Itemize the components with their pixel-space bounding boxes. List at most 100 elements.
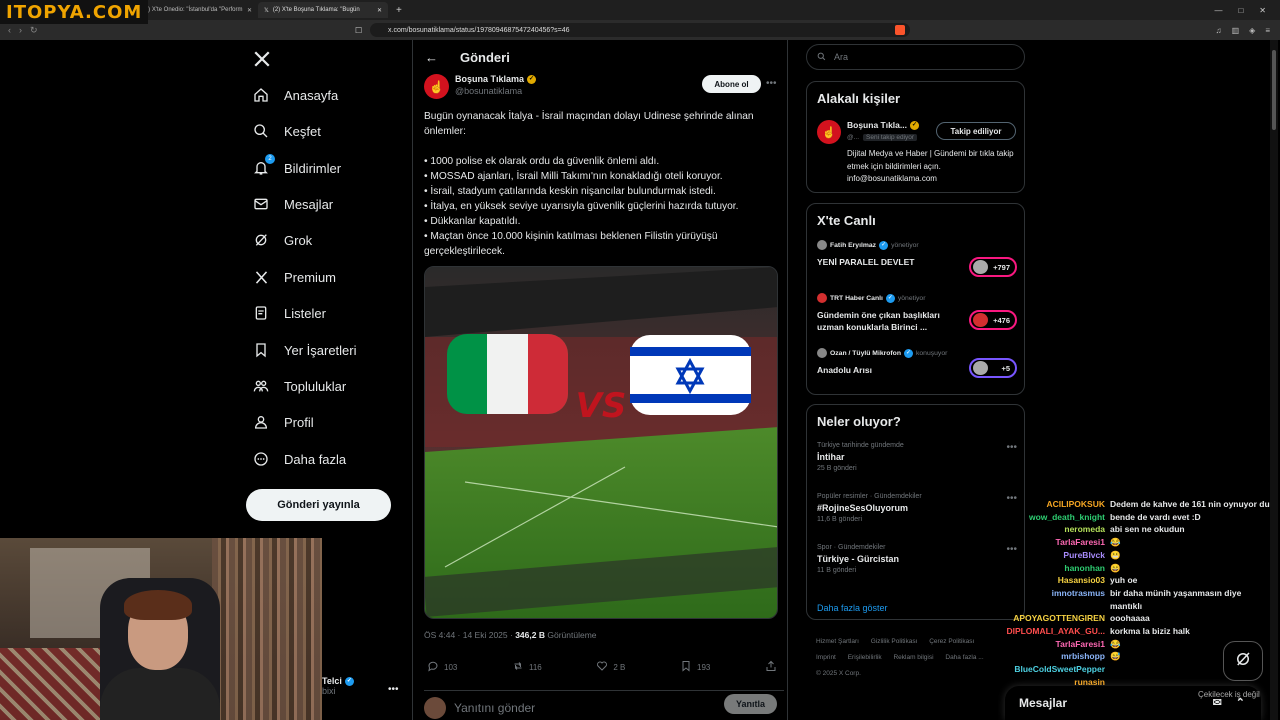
chat-message-text: abi sen ne okudun	[1110, 524, 1185, 535]
nav-item-home[interactable]: Anasayfa	[252, 83, 338, 107]
author-avatar[interactable]: ☝	[424, 74, 449, 99]
author-handle: @bosunatiklama	[455, 86, 523, 96]
account-name: Telci ✓	[322, 676, 354, 686]
reply-button[interactable]: Yanıtla	[724, 694, 777, 714]
communities-icon	[252, 377, 270, 395]
webcam-person-body	[100, 668, 220, 720]
live-item[interactable]: Fatih Eryılmaz ✓ yönetiyor YENİ PARALEL DE…	[817, 240, 1017, 277]
nav-item-lists[interactable]: Listeler	[252, 301, 326, 325]
show-more-link[interactable]: Daha fazla göster	[817, 603, 888, 613]
wallet-icon[interactable]: ◈	[1249, 26, 1255, 35]
live-item[interactable]: Ozan / Tüylü Mikrofon ✓ konuşuyor Anadolu …	[817, 348, 1017, 378]
x-logo-icon[interactable]	[253, 50, 271, 73]
close-window-icon[interactable]: ✕	[1259, 6, 1266, 15]
trend-item[interactable]: Popüler resimler · Gündemdekiler #Rojine…	[817, 493, 1017, 523]
chat-message: neromeda abi sen ne okudun	[990, 523, 1280, 536]
reload-icon[interactable]: ↻	[30, 25, 38, 36]
author-avatar[interactable]: ☝	[817, 120, 841, 144]
forward-icon[interactable]: ›	[19, 25, 22, 36]
more-horizontal-icon[interactable]: •••	[766, 78, 777, 89]
url-input[interactable]: x.com/bosunatiklama/status/1978094687547…	[370, 23, 910, 37]
reply-action[interactable]: 103	[427, 660, 457, 674]
minimize-icon[interactable]: —	[1214, 6, 1222, 15]
repost-action[interactable]: 116	[512, 660, 542, 674]
close-icon[interactable]: ✕	[247, 7, 252, 14]
live-title: Anadolu Arısı	[817, 365, 872, 375]
grok-icon	[1234, 650, 1252, 673]
bookmark-action[interactable]: 193	[680, 660, 710, 674]
nav-item-notifications[interactable]: 2 Bildirimler	[252, 154, 341, 180]
live-host: Ozan / Tüylü Mikrofon	[830, 349, 901, 357]
related-name-text: Boşuna Tıkla...	[847, 120, 907, 130]
browser-tabbar: 𝕏 (2) X'te Onedio: "İstanbul'da "Perform…	[0, 0, 1280, 20]
menu-icon[interactable]: ≡	[1265, 26, 1270, 35]
nav-item-bookmarks[interactable]: Yer İşaretleri	[252, 338, 357, 362]
x-favicon-icon: 𝕏	[264, 7, 269, 14]
maximize-icon[interactable]: □	[1238, 6, 1243, 15]
browser-tab-active[interactable]: 𝕏 (2) X'te Boşuna Tıklama: "Bugün ✕	[258, 2, 388, 18]
post-actions: 103 116 2 B 193	[427, 660, 777, 674]
page-title: Gönderi	[460, 49, 510, 65]
follows-you-badge: Seni takip ediyor	[863, 134, 918, 141]
like-action[interactable]: 2 B	[596, 660, 625, 674]
live-title: YENİ PARALEL DEVLET	[817, 257, 915, 267]
related-name[interactable]: Boşuna Tıkla... ✓	[847, 120, 919, 130]
grok-floating-button[interactable]	[1223, 641, 1263, 681]
back-icon[interactable]: ‹	[8, 25, 11, 36]
share-action[interactable]	[765, 660, 777, 674]
chat-message: ACILIPOKSUK Dedem de kahve de 161 nin oyn…	[990, 498, 1280, 511]
chat-message-text: yuh oe	[1110, 575, 1138, 586]
post-button[interactable]: Gönderi yayınla	[246, 489, 391, 521]
chat-message: PureBlvck 😬	[990, 549, 1280, 562]
nav-item-messages[interactable]: Mesajlar	[252, 192, 333, 216]
footer-link[interactable]: Reklam bilgisi	[893, 654, 933, 661]
nav-item-communities[interactable]: Topluluklar	[252, 374, 346, 398]
footer-link[interactable]: Gizlilik Politikası	[871, 638, 918, 645]
related-bio: Dijital Medya ve Haber | Gündemi bir tık…	[847, 149, 1014, 183]
post-header: ← Gönderi	[413, 40, 789, 74]
live-item[interactable]: TRT Haber Canlı ✓ yönetiyor Gündemin öne ç…	[817, 293, 1017, 333]
mail-icon	[252, 195, 270, 213]
new-tab-icon[interactable]: +	[388, 5, 410, 16]
account-switcher[interactable]: Telci ✓ bixi	[322, 676, 354, 696]
nav-item-grok[interactable]: Grok	[252, 228, 312, 252]
chat-username: DIPLOMALI_AYAK_GU...	[1006, 626, 1105, 637]
back-arrow-icon[interactable]: ←	[425, 50, 438, 65]
post-media-image[interactable]: VS	[424, 266, 778, 619]
notification-badge: 2	[265, 154, 275, 164]
search-input[interactable]: Ara	[806, 44, 1025, 70]
home-icon	[252, 86, 270, 104]
nav-item-premium[interactable]: Premium	[252, 265, 336, 289]
bookmark-page-icon[interactable]: ☐	[355, 26, 362, 35]
chat-message: hanonhan 😄	[990, 562, 1280, 575]
trend-item[interactable]: Türkiye tarihinde gündemde İntihar 25 B …	[817, 442, 1017, 472]
trend-item[interactable]: Spor · Gündemdekiler Türkiye - Gürcistan…	[817, 544, 1017, 574]
scrollbar-thumb[interactable]	[1272, 50, 1276, 130]
footer-links: Hizmet Şartları Gizlilik Politikası Çere…	[816, 634, 1016, 682]
footer-link[interactable]: Erişilebilirlik	[848, 654, 882, 661]
nav-item-explore[interactable]: Keşfet	[252, 119, 321, 143]
subscribe-button[interactable]: Abone ol	[702, 75, 761, 93]
footer-link[interactable]: Daha fazla ...	[945, 654, 983, 661]
more-horizontal-icon[interactable]: •••	[1006, 442, 1017, 453]
footer-link[interactable]: Hizmet Şartları	[816, 638, 859, 645]
post-author[interactable]: ☝ Boşuna Tıklama ✓ @bosunatiklama	[424, 74, 537, 99]
music-icon[interactable]: ♫	[1216, 26, 1222, 35]
footer-link[interactable]: Imprint	[816, 654, 836, 661]
nav-label: Premium	[284, 269, 337, 285]
footer-link[interactable]: Çerez Politikası	[929, 638, 974, 645]
related-people-card: Alakalı kişiler ☝ Boşuna Tıkla... ✓ @... S…	[806, 81, 1025, 193]
bookmark-icon	[680, 660, 692, 674]
reply-input[interactable]: Yanıtını gönder	[454, 701, 535, 715]
following-button[interactable]: Takip ediliyor	[936, 122, 1016, 140]
repost-icon	[512, 660, 524, 674]
close-icon[interactable]: ✕	[377, 7, 382, 14]
avatar	[973, 260, 988, 274]
chat-message: DIPLOMALI_AYAK_GU... korkma la biziz halk	[990, 625, 1280, 638]
nav-item-more[interactable]: Daha fazla	[252, 447, 346, 471]
nav-item-profile[interactable]: Profil	[252, 410, 314, 434]
scrollbar[interactable]	[1270, 40, 1278, 720]
more-horizontal-icon[interactable]: •••	[388, 684, 399, 695]
sidebar-icon[interactable]: ▥	[1232, 26, 1240, 35]
brave-shield-icon[interactable]	[895, 25, 905, 35]
